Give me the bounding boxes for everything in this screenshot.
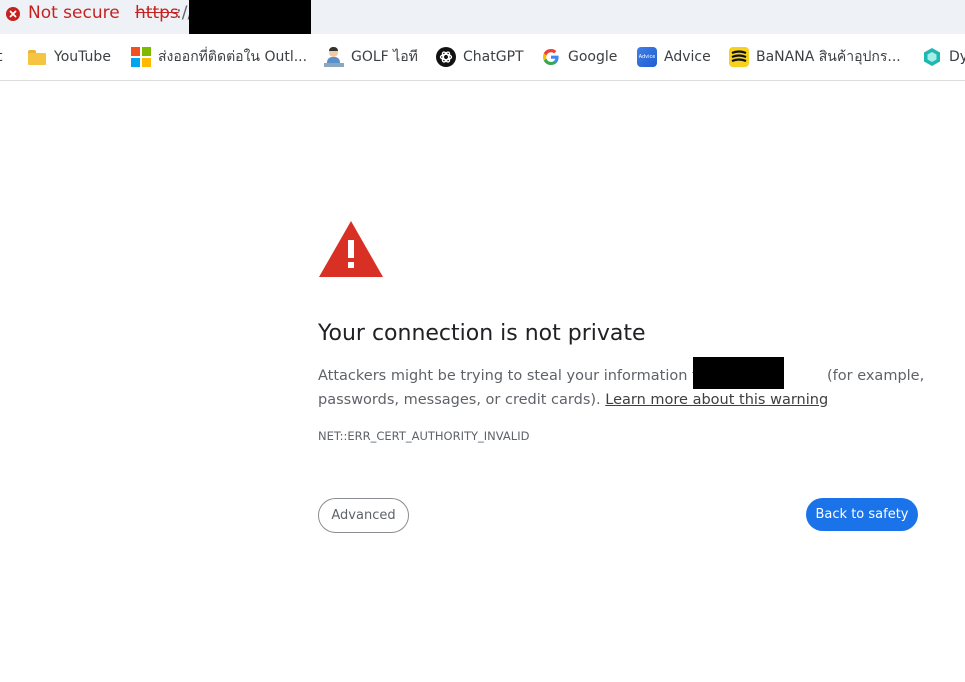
golf-avatar-icon — [324, 47, 344, 67]
not-secure-icon[interactable] — [6, 7, 20, 21]
bookmarks-bar: t YouTube ส่งออกที่ติดต่อใน Outl... GOLF… — [0, 34, 965, 81]
bookmark-google[interactable]: Google — [541, 46, 617, 68]
desc-text-1: Attackers might be trying to steal your … — [318, 368, 726, 384]
bookmark-label: Google — [568, 49, 618, 65]
chatgpt-icon — [436, 47, 456, 67]
not-secure-label[interactable]: Not secure — [28, 3, 120, 23]
microsoft-icon — [131, 47, 151, 67]
google-icon — [541, 47, 561, 67]
url-scheme[interactable]: https — [135, 3, 179, 23]
bookmark-label: ChatGPT — [463, 49, 524, 65]
bookmark-label: Advice — [664, 49, 711, 65]
address-bar[interactable]: Not secure https :// — [0, 0, 965, 34]
dynamics-icon — [922, 47, 942, 67]
bookmark-outlook-export[interactable]: ส่งออกที่ติดต่อใน Outl... — [131, 46, 307, 68]
banana-icon — [729, 47, 749, 67]
bookmark-golf[interactable]: GOLF ไอที — [324, 46, 418, 68]
bookmark-label: t — [0, 47, 3, 67]
bookmark-item-partial[interactable]: t — [0, 46, 3, 68]
bookmark-advice[interactable]: Advice Advice — [637, 46, 711, 68]
learn-more-link[interactable]: Learn more about this warning — [605, 392, 828, 408]
folder-icon — [27, 47, 47, 67]
error-code: NET::ERR_CERT_AUTHORITY_INVALID — [318, 429, 530, 443]
bookmark-label: Dy — [949, 49, 965, 65]
bookmark-label: YouTube — [54, 49, 111, 65]
desc-text-2: (for example, — [826, 368, 925, 384]
bookmark-youtube[interactable]: YouTube — [27, 46, 111, 68]
warning-triangle-icon — [318, 220, 384, 278]
bookmark-chatgpt[interactable]: ChatGPT — [436, 46, 524, 68]
bookmark-label: ส่งออกที่ติดต่อใน Outl... — [158, 49, 308, 65]
warning-description: Attackers might be trying to steal your … — [318, 364, 924, 412]
advice-icon: Advice — [637, 47, 657, 67]
bookmark-label: BaNANA สินค้าอุปกร... — [756, 49, 901, 65]
redacted-url — [189, 0, 311, 34]
bookmark-dynamics[interactable]: Dy — [922, 46, 965, 68]
bookmark-label: GOLF ไอที — [351, 49, 418, 65]
back-to-safety-button[interactable]: Back to safety — [806, 498, 918, 531]
redacted-hostname — [693, 357, 784, 389]
page-title: Your connection is not private — [318, 321, 646, 346]
desc-text-3: passwords, messages, or credit cards). — [318, 392, 601, 408]
advanced-button[interactable]: Advanced — [318, 498, 409, 533]
bookmark-banana[interactable]: BaNANA สินค้าอุปกร... — [729, 46, 901, 68]
